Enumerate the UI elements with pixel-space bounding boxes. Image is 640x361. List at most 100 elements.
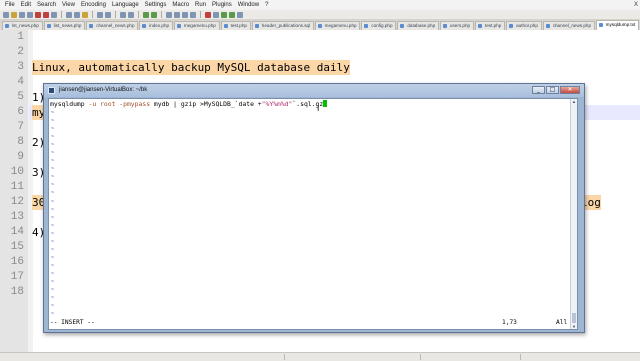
minimize-button[interactable]: _ bbox=[532, 86, 545, 94]
line-number: 1 bbox=[17, 31, 24, 43]
find-icon[interactable] bbox=[120, 11, 126, 18]
copy-icon[interactable] bbox=[74, 11, 80, 18]
cut-icon[interactable] bbox=[66, 11, 72, 18]
line-number: 8 bbox=[17, 136, 24, 148]
file-tab[interactable]: lst_news.php bbox=[2, 21, 43, 30]
menu-item[interactable]: Macro bbox=[169, 0, 192, 10]
sync-scroll-icon[interactable] bbox=[166, 11, 172, 18]
word-wrap-icon[interactable] bbox=[174, 11, 180, 18]
menu-item[interactable]: Window bbox=[235, 0, 262, 10]
file-tab[interactable]: config.php bbox=[361, 21, 397, 30]
heading-line: Linux, automatically backup MySQL databa… bbox=[32, 60, 350, 75]
toolbar-separator bbox=[92, 11, 93, 18]
text-cursor-icon: I bbox=[317, 104, 320, 113]
file-tab[interactable]: database.php bbox=[397, 21, 439, 30]
terminal-command-line[interactable]: mysqldump -u root -pmypass mydb | gzip >… bbox=[50, 100, 328, 108]
empty-line-marker: ~ bbox=[51, 214, 55, 221]
indent-guide-icon[interactable] bbox=[190, 11, 196, 18]
empty-line-marker: ~ bbox=[51, 246, 55, 253]
file-tab[interactable]: mysqldump.txt bbox=[595, 20, 640, 30]
empty-line-marker: ~ bbox=[51, 238, 55, 245]
close-button[interactable]: ✕ bbox=[560, 86, 580, 94]
menu-item[interactable]: Language bbox=[109, 0, 142, 10]
undo-icon[interactable] bbox=[97, 11, 103, 18]
terminal-title-bar[interactable]: jiansen@jiansen-VirtualBox: ~/bk _ □ ✕ bbox=[44, 84, 584, 97]
replace-icon[interactable] bbox=[128, 11, 134, 18]
save-macro-icon[interactable] bbox=[237, 11, 243, 18]
empty-line-marker: ~ bbox=[51, 182, 55, 189]
file-tab[interactable]: index.php bbox=[139, 21, 173, 30]
file-tab[interactable]: users.php bbox=[439, 21, 474, 30]
record-macro-icon[interactable] bbox=[205, 11, 211, 18]
close-all-icon[interactable] bbox=[43, 11, 49, 18]
empty-line-marker: ~ bbox=[51, 134, 55, 141]
menu-item[interactable]: File bbox=[2, 0, 18, 10]
line-number: 16 bbox=[10, 256, 24, 268]
cmd-option-text: -u root -pmypass bbox=[88, 100, 151, 108]
line-number: 18 bbox=[10, 286, 24, 298]
close-file-icon[interactable] bbox=[35, 11, 41, 18]
file-tab[interactable]: channel_news.php bbox=[86, 21, 139, 30]
terminal-body[interactable]: mysqldump -u root -pmypass mydb | gzip >… bbox=[48, 98, 578, 330]
open-file-icon[interactable] bbox=[11, 11, 17, 18]
file-tab[interactable]: channel_news.php bbox=[542, 21, 595, 30]
empty-line-marker: ~ bbox=[51, 295, 55, 302]
file-tab[interactable]: header_publications.sql bbox=[251, 21, 314, 30]
vim-status-line: -- INSERT -- 1,73 All bbox=[50, 319, 570, 327]
print-icon[interactable] bbox=[51, 11, 57, 18]
text-cursor bbox=[323, 100, 328, 107]
line-number: 7 bbox=[17, 121, 24, 133]
scroll-up-icon[interactable]: ▲ bbox=[571, 99, 577, 104]
redo-icon[interactable] bbox=[105, 11, 111, 18]
zoom-in-icon[interactable] bbox=[143, 11, 149, 18]
toolbar-separator bbox=[200, 11, 201, 18]
empty-line-marker: ~ bbox=[51, 206, 55, 213]
save-all-icon[interactable] bbox=[27, 11, 33, 18]
stop-macro-icon[interactable] bbox=[213, 11, 219, 18]
save-icon[interactable] bbox=[19, 11, 25, 18]
file-tab[interactable]: megamenu.php bbox=[314, 21, 361, 30]
play-macro-icon[interactable] bbox=[221, 11, 227, 18]
line-number: 11 bbox=[10, 181, 24, 193]
file-tab[interactable]: list_news.php bbox=[43, 21, 86, 30]
menu-item[interactable]: View bbox=[59, 0, 78, 10]
menu-item[interactable]: Settings bbox=[142, 0, 170, 10]
new-file-icon[interactable] bbox=[3, 11, 9, 18]
line-number: 10 bbox=[10, 166, 24, 178]
line-number: 12 bbox=[10, 196, 24, 208]
menu-item[interactable]: ? bbox=[262, 0, 271, 10]
menu-item[interactable]: Plugins bbox=[209, 0, 235, 10]
paste-icon[interactable] bbox=[82, 11, 88, 18]
show-all-chars-icon[interactable] bbox=[182, 11, 188, 18]
menu-item[interactable]: Encoding bbox=[78, 0, 109, 10]
menu-item[interactable]: Search bbox=[34, 0, 59, 10]
line-number: 4 bbox=[17, 76, 24, 88]
toolbar-separator bbox=[161, 11, 162, 18]
menu-item[interactable]: Edit bbox=[18, 0, 34, 10]
empty-line-marker: ~ bbox=[51, 126, 55, 133]
file-tab[interactable]: author.php bbox=[506, 21, 542, 30]
empty-line-marker: ~ bbox=[51, 142, 55, 149]
file-tab[interactable]: test.php bbox=[474, 21, 506, 30]
close-app-icon[interactable]: X bbox=[634, 0, 638, 10]
terminal-title: jiansen@jiansen-VirtualBox: ~/bk bbox=[59, 87, 148, 93]
scrollbar-thumb[interactable] bbox=[572, 313, 576, 323]
empty-line-marker: ~ bbox=[51, 270, 55, 277]
empty-line-marker: ~ bbox=[51, 311, 55, 318]
empty-line-marker: ~ bbox=[51, 190, 55, 197]
menu-item[interactable]: Run bbox=[192, 0, 209, 10]
zoom-out-icon[interactable] bbox=[151, 11, 157, 18]
run-macro-icon[interactable] bbox=[229, 11, 235, 18]
cmd-text: mydb | gzip >MySQLDB_`date + bbox=[150, 100, 262, 108]
empty-line-marker: ~ bbox=[51, 198, 55, 205]
maximize-button[interactable]: □ bbox=[546, 86, 559, 94]
file-tab[interactable]: megamenu.php bbox=[173, 21, 220, 30]
empty-line-marker: ~ bbox=[51, 174, 55, 181]
terminal-scrollbar[interactable]: ▲ ▼ bbox=[570, 99, 577, 329]
terminal-window[interactable]: jiansen@jiansen-VirtualBox: ~/bk _ □ ✕ m… bbox=[43, 83, 585, 333]
file-tab[interactable]: test.php bbox=[220, 21, 251, 30]
scroll-down-icon[interactable]: ▼ bbox=[571, 324, 577, 329]
tab-bar: lst_news.php list_news.php channel_news.ph… bbox=[0, 20, 640, 30]
line-number: 15 bbox=[10, 241, 24, 253]
vim-mode: -- INSERT -- bbox=[50, 319, 95, 326]
